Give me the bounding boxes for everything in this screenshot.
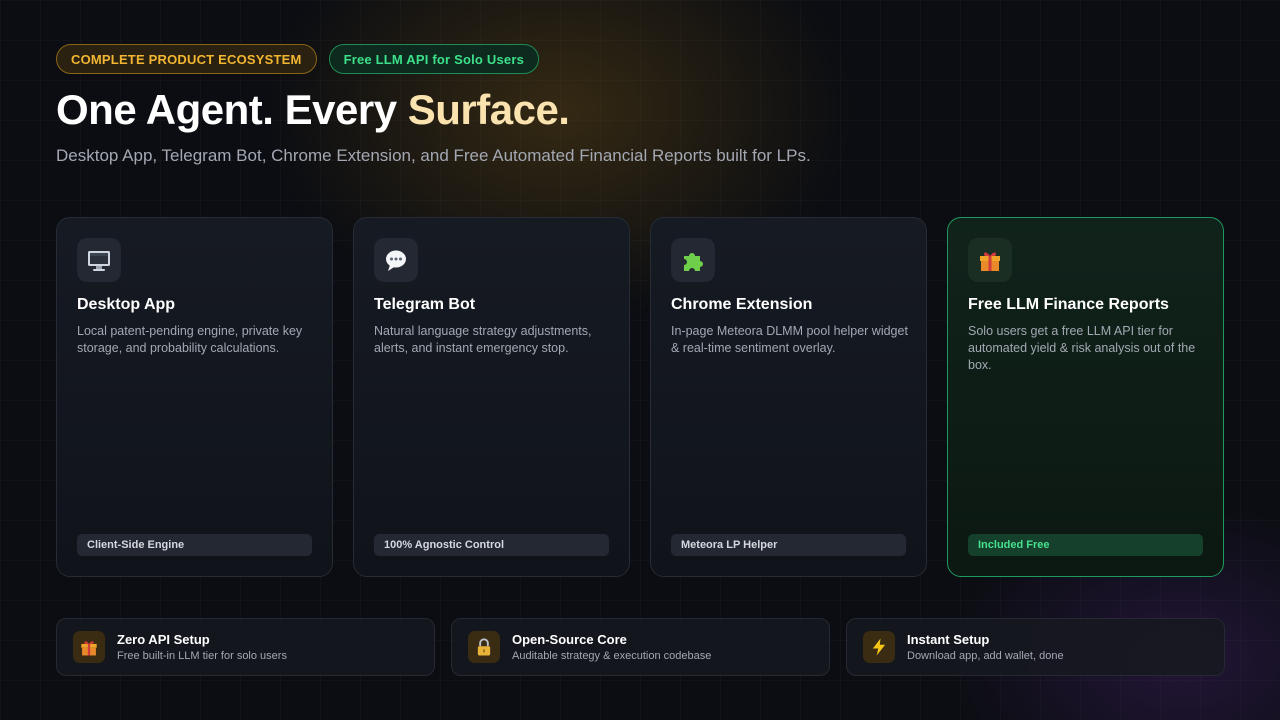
card-desktop-app[interactable]: Desktop App Local patent-pending engine,… xyxy=(56,217,333,577)
lightning-icon xyxy=(863,631,895,663)
hero-title-accent: Surface. xyxy=(407,86,570,133)
card-description: In-page Meteora DLMM pool helper widget … xyxy=(671,324,908,355)
hero-title: One Agent. Every Surface. xyxy=(56,86,570,134)
puzzle-piece-icon xyxy=(671,238,715,282)
speech-bubble-icon xyxy=(374,238,418,282)
card-title: Chrome Extension xyxy=(671,296,813,313)
feature-title: Zero API Setup xyxy=(117,632,210,647)
card-title: Desktop App xyxy=(77,296,176,313)
card-tag: 100% Agnostic Control xyxy=(374,534,609,556)
gift-icon xyxy=(73,631,105,663)
card-telegram-bot[interactable]: Telegram Bot Natural language strategy a… xyxy=(353,217,630,577)
card-tag: Client-Side Engine xyxy=(77,534,312,556)
card-tag: Meteora LP Helper xyxy=(671,534,906,556)
feature-open-source-core: Open-Source Core Auditable strategy & ex… xyxy=(451,618,830,676)
free-api-badge: Free LLM API for Solo Users xyxy=(328,44,540,74)
card-tag: Included Free xyxy=(968,534,1203,556)
feature-title: Open-Source Core xyxy=(512,632,627,647)
hero-title-main: One Agent. Every xyxy=(56,86,408,133)
card-description: Solo users get a free LLM API tier for a… xyxy=(968,324,1196,372)
gift-icon xyxy=(968,238,1012,282)
card-description: Natural language strategy adjustments, a… xyxy=(374,324,592,355)
feature-title: Instant Setup xyxy=(907,632,990,647)
feature-zero-api-setup: Zero API Setup Free built-in LLM tier fo… xyxy=(56,618,435,676)
card-title: Telegram Bot xyxy=(374,296,476,313)
card-chrome-extension[interactable]: Chrome Extension In-page Meteora DLMM po… xyxy=(650,217,927,577)
feature-row: Zero API Setup Free built-in LLM tier fo… xyxy=(56,618,1225,676)
card-description: Local patent-pending engine, private key… xyxy=(77,324,303,355)
feature-instant-setup: Instant Setup Download app, add wallet, … xyxy=(846,618,1225,676)
feature-subtitle: Free built-in LLM tier for solo users xyxy=(117,650,287,662)
feature-subtitle: Auditable strategy & execution codebase xyxy=(512,650,712,662)
badge-row: COMPLETE PRODUCT ECOSYSTEM Free LLM API … xyxy=(56,44,540,74)
product-cards: Desktop App Local patent-pending engine,… xyxy=(56,217,1224,577)
card-title: Free LLM Finance Reports xyxy=(968,296,1169,313)
feature-subtitle: Download app, add wallet, done xyxy=(907,650,1064,662)
hero-subtitle: Desktop App, Telegram Bot, Chrome Extens… xyxy=(56,146,811,165)
ecosystem-badge: COMPLETE PRODUCT ECOSYSTEM xyxy=(56,44,317,74)
card-free-llm-finance-reports[interactable]: Free LLM Finance Reports Solo users get … xyxy=(947,217,1224,577)
lock-icon xyxy=(468,631,500,663)
desktop-monitor-icon xyxy=(77,238,121,282)
